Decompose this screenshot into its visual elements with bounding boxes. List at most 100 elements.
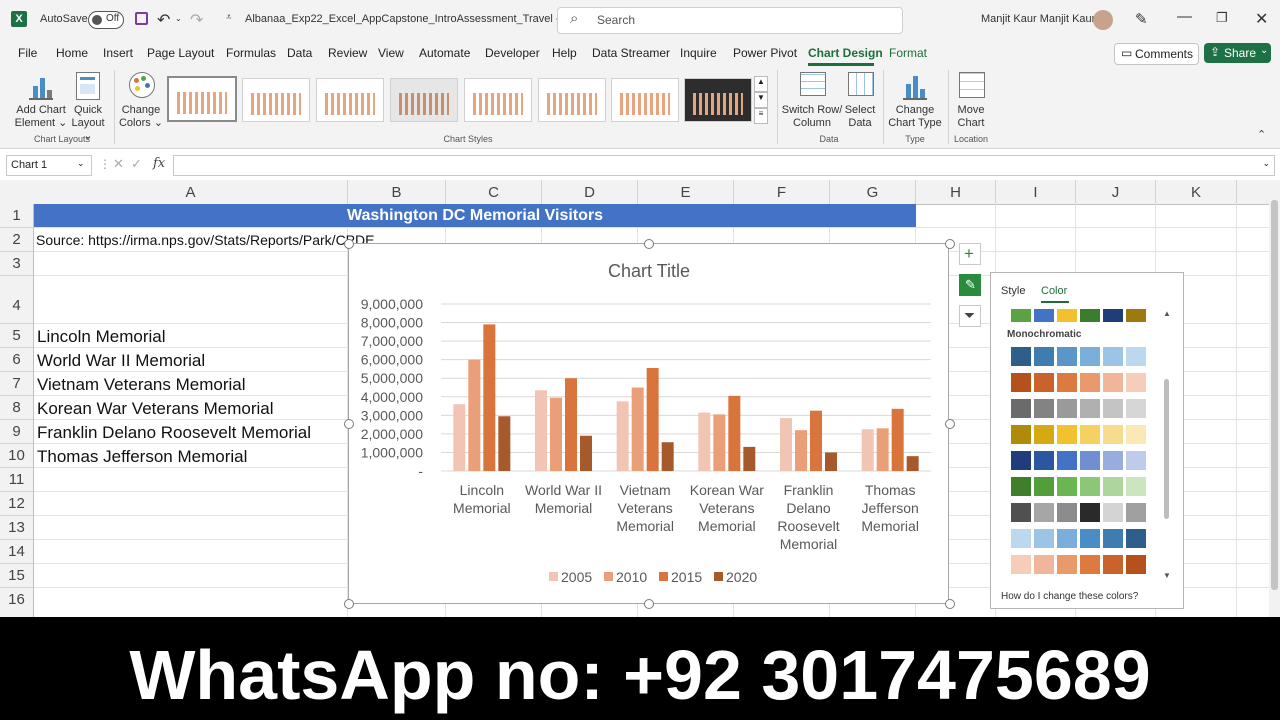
column-header-g[interactable]: G bbox=[830, 180, 916, 205]
bar-2015[interactable] bbox=[646, 368, 659, 471]
styles-more-icon[interactable]: ≡ bbox=[754, 108, 768, 124]
bar-2020[interactable] bbox=[743, 446, 756, 471]
chart[interactable]: Chart Title 9,000,000 8,000,000 7,000,000 6… bbox=[348, 243, 949, 604]
row-header[interactable]: 14 bbox=[0, 540, 34, 564]
bar-2010[interactable] bbox=[876, 428, 889, 471]
chart-style-3[interactable] bbox=[316, 78, 384, 122]
memorial-cell[interactable]: Vietnam Veterans Memorial bbox=[37, 375, 246, 395]
add-chart-element-button[interactable]: Add Chart Element ⌄ bbox=[14, 70, 68, 130]
resize-handle[interactable] bbox=[945, 419, 955, 429]
scroll-thumb[interactable] bbox=[1271, 200, 1278, 590]
minimize-icon[interactable]: — bbox=[1177, 8, 1192, 25]
column-header-j[interactable]: J bbox=[1076, 180, 1156, 205]
color-palette-option[interactable] bbox=[1011, 373, 1151, 393]
resize-handle[interactable] bbox=[945, 599, 955, 609]
row-header[interactable]: 1 bbox=[0, 204, 34, 228]
select-data-button[interactable]: Select Data bbox=[842, 70, 878, 130]
autosave-toggle[interactable]: Off bbox=[88, 11, 124, 29]
row-header[interactable]: 13 bbox=[0, 516, 34, 540]
customize-toolbar-icon[interactable]: ⩡ bbox=[226, 12, 232, 23]
color-palette-option[interactable] bbox=[1011, 451, 1151, 471]
pane-scroll-thumb[interactable] bbox=[1164, 379, 1169, 519]
column-header-f[interactable]: F bbox=[734, 180, 830, 205]
row-header[interactable]: 16 bbox=[0, 588, 34, 618]
column-header-b[interactable]: B bbox=[348, 180, 446, 205]
bar-2015[interactable] bbox=[891, 408, 904, 471]
menu-page-layout[interactable]: Page Layout bbox=[147, 46, 214, 60]
change-chart-type-button[interactable]: Change Chart Type bbox=[886, 70, 944, 130]
pane-scrollbar[interactable]: ▲ ▼ bbox=[1162, 309, 1172, 581]
share-dropdown-icon[interactable]: ⌄ bbox=[1260, 45, 1268, 56]
menu-insert[interactable]: Insert bbox=[103, 46, 133, 60]
row-header[interactable]: 2 bbox=[0, 228, 34, 252]
chart-title[interactable]: Chart Title bbox=[608, 261, 690, 281]
bar-2020[interactable] bbox=[906, 456, 919, 471]
tab-color[interactable]: Color bbox=[1041, 285, 1067, 297]
bar-2020[interactable] bbox=[825, 452, 837, 471]
save-icon[interactable] bbox=[135, 12, 148, 25]
select-all-corner[interactable] bbox=[0, 180, 35, 205]
bar-2015[interactable] bbox=[728, 395, 741, 471]
color-palette-option[interactable] bbox=[1011, 555, 1151, 575]
bar-2020[interactable] bbox=[580, 435, 592, 471]
menu-file[interactable]: File bbox=[18, 46, 37, 60]
row-header[interactable]: 15 bbox=[0, 564, 34, 588]
memorial-cell[interactable]: Franklin Delano Roosevelt Memorial bbox=[37, 423, 311, 443]
column-header-d[interactable]: D bbox=[542, 180, 638, 205]
name-box[interactable]: Chart 1 ⌄ bbox=[6, 155, 92, 176]
bar-2015[interactable] bbox=[565, 378, 577, 471]
menu-power-pivot[interactable]: Power Pivot bbox=[733, 46, 797, 60]
menu-developer[interactable]: Developer bbox=[485, 46, 540, 60]
row-header[interactable]: 12 bbox=[0, 492, 34, 516]
row-header[interactable]: 11 bbox=[0, 468, 34, 492]
menu-data-streamer[interactable]: Data Streamer bbox=[592, 46, 670, 60]
chart-style-5[interactable] bbox=[464, 78, 532, 122]
scroll-down-icon[interactable]: ▼ bbox=[1163, 571, 1171, 580]
scroll-up-icon[interactable]: ▲ bbox=[1163, 309, 1171, 318]
quick-layout-button[interactable]: Quick Layout ⌄ bbox=[66, 70, 110, 142]
legend-label[interactable]: 2010 bbox=[616, 569, 647, 585]
row-header[interactable]: 9 bbox=[0, 420, 34, 444]
restore-icon[interactable]: ❐ bbox=[1216, 10, 1228, 26]
color-palette-option[interactable] bbox=[1011, 425, 1151, 445]
menu-view[interactable]: View bbox=[378, 46, 404, 60]
color-palette-option[interactable] bbox=[1011, 529, 1151, 549]
bar-2020[interactable] bbox=[498, 416, 511, 471]
menu-help[interactable]: Help bbox=[552, 46, 577, 60]
memorial-cell[interactable]: Thomas Jefferson Memorial bbox=[37, 447, 247, 467]
bar-2010[interactable] bbox=[795, 430, 807, 471]
move-chart-button[interactable]: Move Chart bbox=[951, 70, 991, 130]
legend-label[interactable]: 2015 bbox=[671, 569, 702, 585]
chart-styles-button[interactable]: ✎ bbox=[959, 274, 981, 296]
avatar[interactable] bbox=[1093, 10, 1113, 30]
resize-handle[interactable] bbox=[945, 239, 955, 249]
chart-style-8[interactable] bbox=[684, 78, 752, 122]
row-header[interactable]: 4 bbox=[0, 276, 34, 324]
bar-2010[interactable] bbox=[468, 359, 481, 471]
column-header-i[interactable]: I bbox=[996, 180, 1076, 205]
menu-chart-design[interactable]: Chart Design bbox=[808, 46, 883, 60]
collapse-ribbon-icon[interactable]: ⌃ bbox=[1257, 128, 1266, 141]
chart-style-1[interactable] bbox=[167, 76, 237, 122]
column-header-c[interactable]: C bbox=[446, 180, 542, 205]
tab-style[interactable]: Style bbox=[1001, 285, 1025, 297]
comments-button[interactable]: ▭ Comments bbox=[1114, 43, 1199, 65]
row-header[interactable]: 8 bbox=[0, 396, 34, 420]
share-button[interactable]: ⇪ Share ⌄ bbox=[1204, 43, 1271, 63]
colorful-palette-row[interactable] bbox=[1011, 309, 1151, 323]
bar-2005[interactable] bbox=[698, 412, 711, 471]
color-palette-option[interactable] bbox=[1011, 477, 1151, 497]
column-header-k[interactable]: K bbox=[1156, 180, 1237, 205]
undo-dropdown-icon[interactable]: ⌄ bbox=[175, 14, 182, 23]
legend-label[interactable]: 2020 bbox=[726, 569, 757, 585]
help-link[interactable]: How do I change these colors? bbox=[1001, 591, 1138, 602]
resize-handle[interactable] bbox=[344, 419, 354, 429]
menu-review[interactable]: Review bbox=[328, 46, 367, 60]
vertical-scrollbar[interactable] bbox=[1269, 180, 1280, 617]
row-header[interactable]: 7 bbox=[0, 372, 34, 396]
row-header[interactable]: 6 bbox=[0, 348, 34, 372]
menu-data[interactable]: Data bbox=[287, 46, 312, 60]
switch-row-column-button[interactable]: Switch Row/ Column bbox=[780, 70, 844, 130]
bar-2010[interactable] bbox=[713, 414, 726, 471]
row-header[interactable]: 5 bbox=[0, 324, 34, 348]
